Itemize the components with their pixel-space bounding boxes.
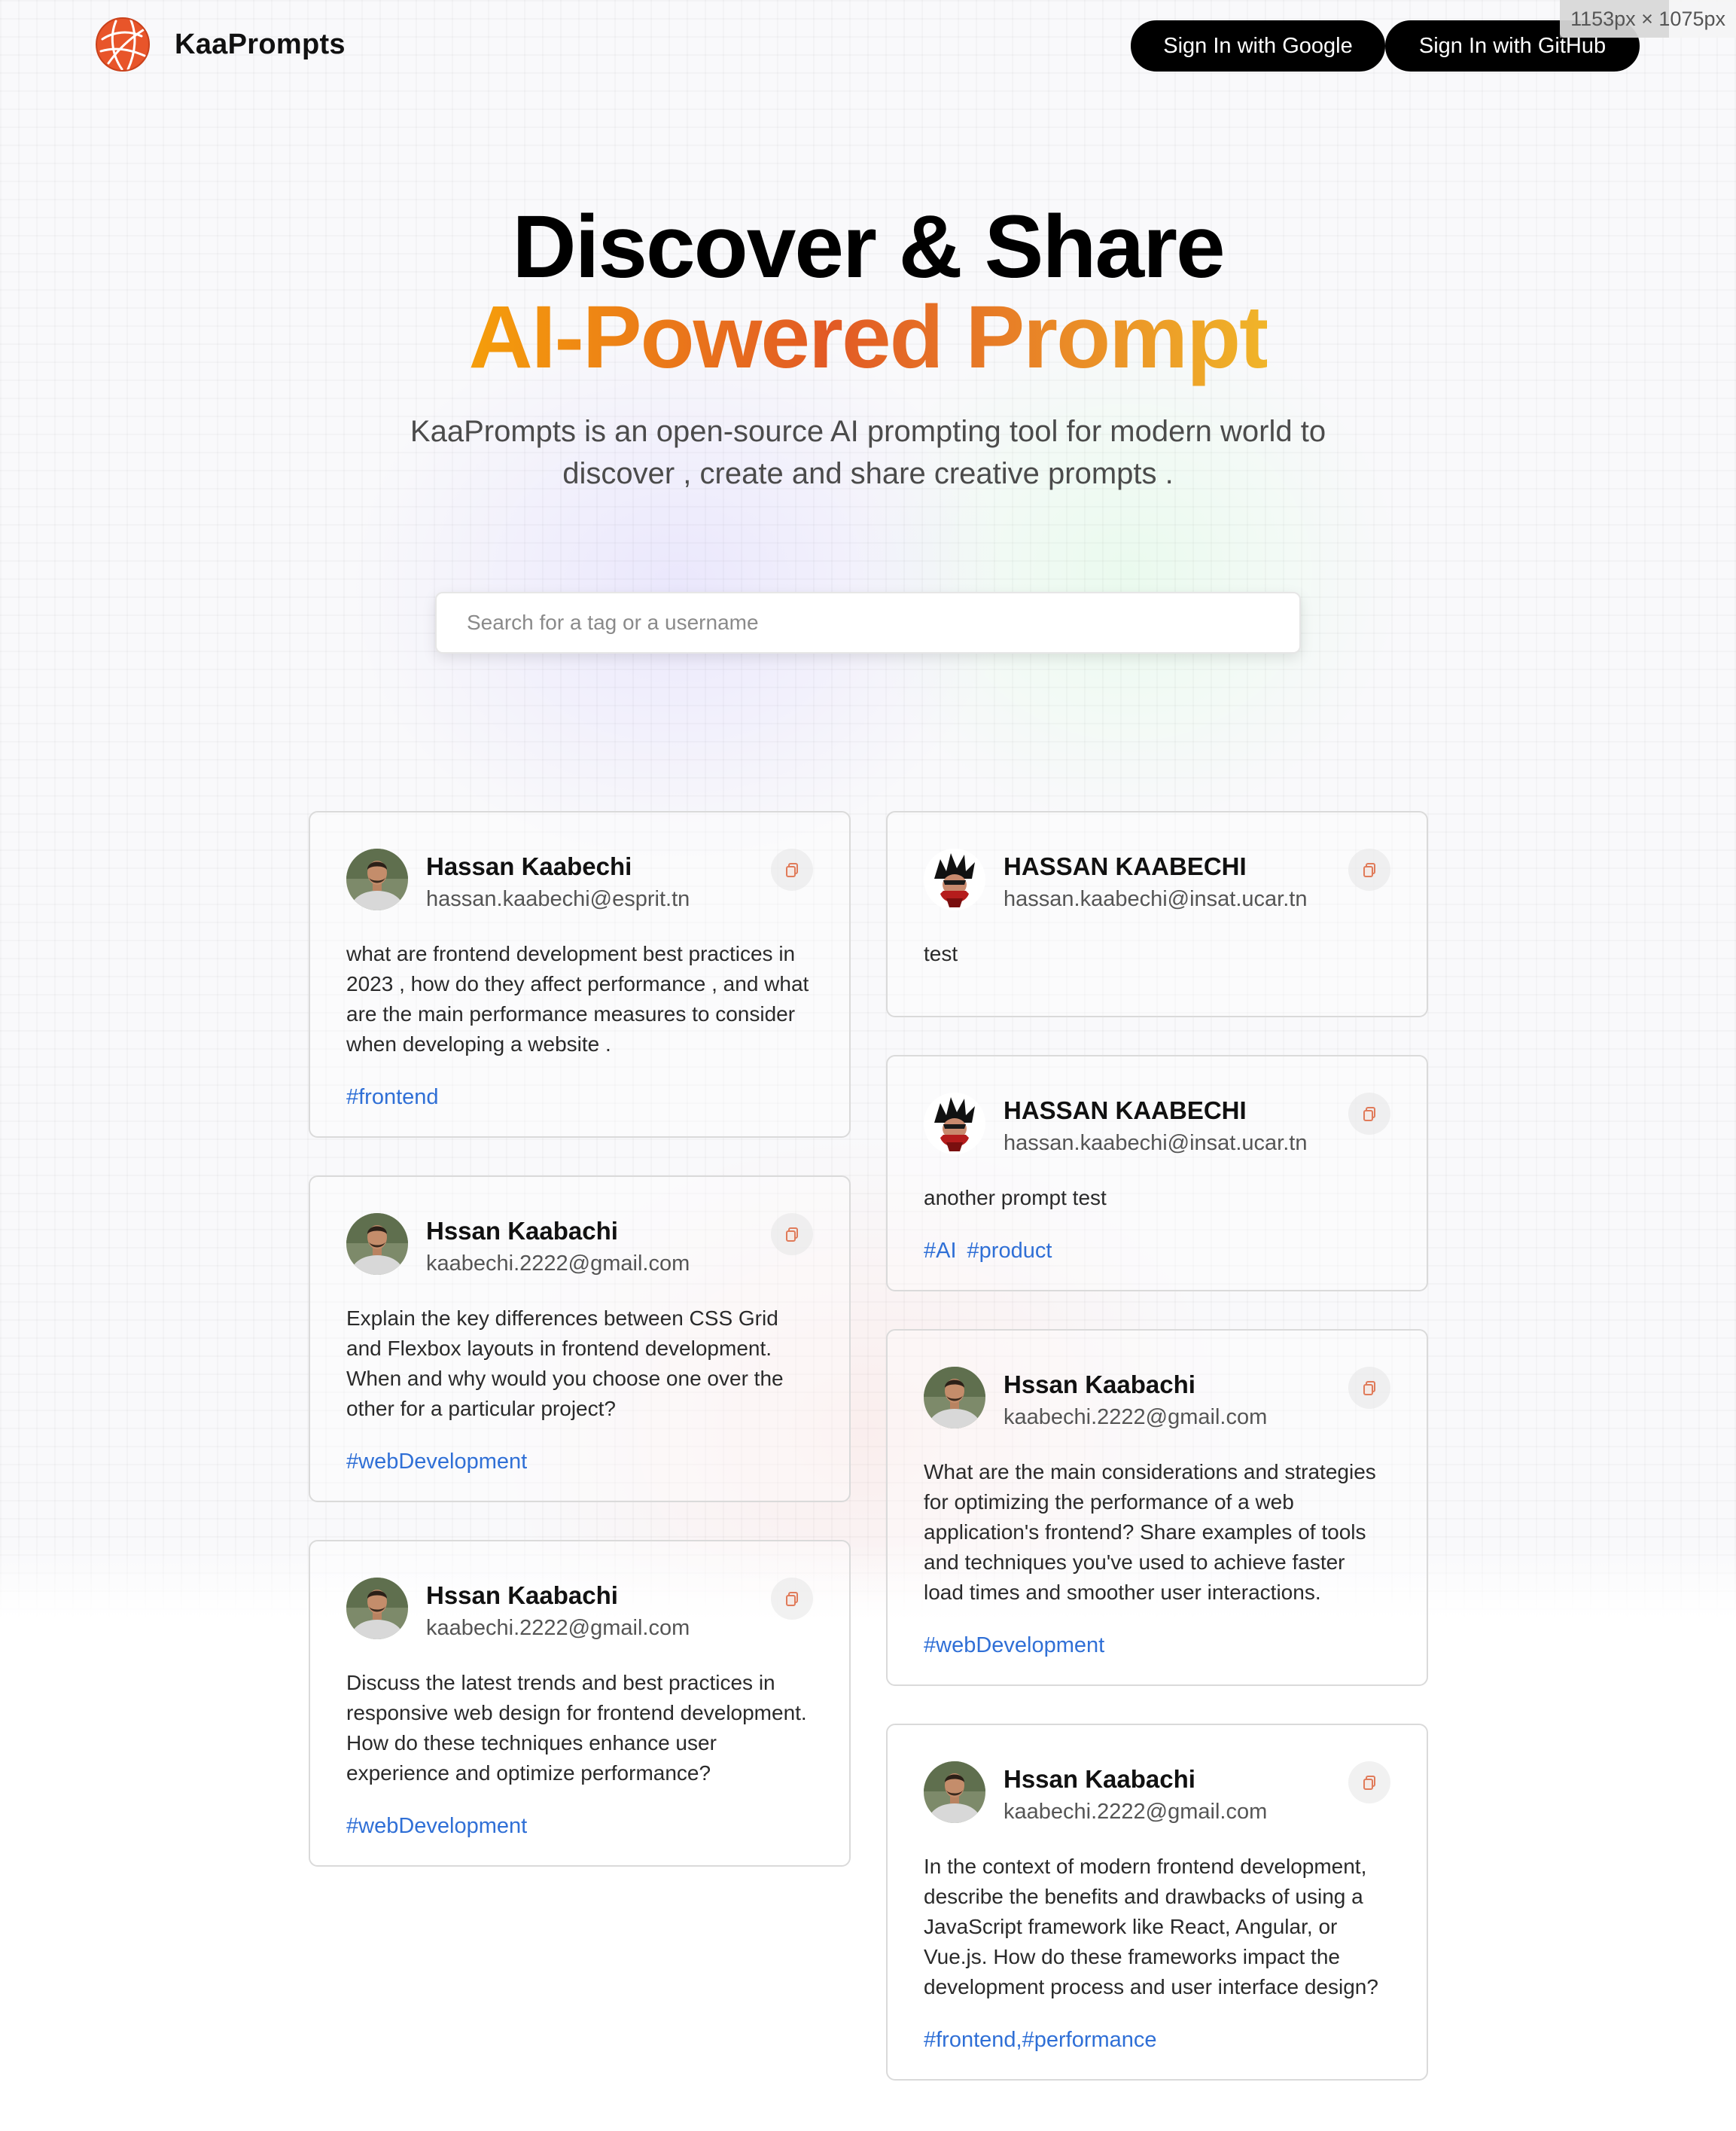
copy-button[interactable]	[1348, 849, 1390, 891]
copy-button[interactable]	[1348, 1093, 1390, 1135]
tag-link[interactable]: #webDevelopment	[924, 1633, 1104, 1657]
prompt-card: Hssan Kaabachi kaabechi.2222@gmail.com D…	[309, 1540, 851, 1867]
prompt-text: what are frontend development best pract…	[346, 942, 809, 1056]
user-email: kaabechi.2222@gmail.com	[1004, 1405, 1268, 1429]
copy-button[interactable]	[771, 1213, 813, 1255]
user-email: kaabechi.2222@gmail.com	[426, 1251, 690, 1276]
user-name[interactable]: Hssan Kaabachi	[426, 1579, 690, 1612]
prompt-card: HASSAN KAABECHI hassan.kaabechi@insat.uc…	[886, 811, 1428, 1017]
prompt-text: In the context of modern frontend develo…	[924, 1855, 1378, 1998]
site-header: KaaPrompts Sign In with Google Sign In w…	[0, 0, 1736, 98]
user-name[interactable]: Hassan Kaabechi	[426, 850, 690, 883]
globe-logo-icon	[96, 17, 150, 72]
copy-icon	[1361, 861, 1378, 878]
user-name[interactable]: Hssan Kaabachi	[426, 1215, 690, 1248]
hero-gradient-text: AI-Powered Prompt	[468, 288, 1269, 387]
tag-link[interactable]: #frontend,#performance	[924, 2028, 1157, 2052]
prompt-text: Explain the key differences between CSS …	[346, 1306, 784, 1420]
avatar[interactable]	[346, 849, 408, 910]
copy-button[interactable]	[1348, 1761, 1390, 1803]
tag-link[interactable]: #product	[967, 1239, 1052, 1263]
search-form	[435, 592, 1301, 654]
copy-icon	[1361, 1774, 1378, 1791]
user-name[interactable]: HASSAN KAABECHI	[1004, 850, 1307, 883]
sign-in-google-button[interactable]: Sign In with Google	[1131, 20, 1385, 72]
tag-link[interactable]: #webDevelopment	[346, 1450, 527, 1474]
user-email: hassan.kaabechi@insat.ucar.tn	[1004, 887, 1308, 911]
background-fade	[0, 1544, 1736, 1619]
tag-link[interactable]: #webDevelopment	[346, 1814, 527, 1838]
tag-link[interactable]: #frontend	[346, 1085, 439, 1109]
copy-icon	[784, 861, 800, 878]
copy-button[interactable]	[771, 849, 813, 891]
user-email: kaabechi.2222@gmail.com	[426, 1616, 690, 1640]
user-name[interactable]: Hssan Kaabachi	[1004, 1368, 1267, 1401]
avatar[interactable]	[924, 1367, 985, 1428]
prompt-card: Hassan Kaabechi hassan.kaabechi@esprit.t…	[309, 811, 851, 1138]
copy-button[interactable]	[771, 1578, 813, 1620]
prompt-card: Hssan Kaabachi kaabechi.2222@gmail.com I…	[886, 1724, 1428, 2081]
prompt-text: Discuss the latest trends and best pract…	[346, 1671, 807, 1785]
copy-icon	[1361, 1105, 1378, 1122]
copy-button[interactable]	[1348, 1367, 1390, 1409]
copy-icon	[784, 1226, 800, 1242]
avatar[interactable]	[346, 1213, 408, 1275]
copy-icon	[784, 1590, 800, 1607]
prompt-text: another prompt test	[924, 1186, 1107, 1209]
copy-icon	[1361, 1380, 1378, 1396]
search-input[interactable]	[437, 593, 1299, 652]
prompt-text: What are the main considerations and str…	[924, 1460, 1376, 1604]
prompt-card: HASSAN KAABECHI hassan.kaabechi@insat.uc…	[886, 1055, 1428, 1291]
user-email: hassan.kaabechi@esprit.tn	[426, 887, 690, 911]
avatar[interactable]	[346, 1578, 408, 1639]
dimension-badge: 1153px × 1075px	[1560, 0, 1736, 38]
user-email: kaabechi.2222@gmail.com	[1004, 1800, 1268, 1824]
brand-name: KaaPrompts	[175, 28, 346, 60]
hero-subtitle: AI-Powered Prompt	[0, 285, 1736, 390]
user-name[interactable]: HASSAN KAABECHI	[1004, 1094, 1307, 1127]
hero-description: KaaPrompts is an open-source AI promptin…	[410, 415, 1326, 490]
brand-link[interactable]: KaaPrompts	[95, 17, 346, 72]
prompt-card: Hssan Kaabachi kaabechi.2222@gmail.com E…	[309, 1175, 851, 1502]
tag-link[interactable]: #AI	[924, 1239, 957, 1263]
avatar[interactable]	[924, 1093, 985, 1154]
hero-title: Discover & Share	[512, 197, 1225, 297]
user-name[interactable]: Hssan Kaabachi	[1004, 1763, 1267, 1796]
avatar[interactable]	[924, 849, 985, 910]
user-email: hassan.kaabechi@insat.ucar.tn	[1004, 1131, 1308, 1155]
avatar[interactable]	[924, 1761, 985, 1823]
prompt-text: test	[924, 942, 958, 965]
prompt-card: Hssan Kaabachi kaabechi.2222@gmail.com W…	[886, 1329, 1428, 1686]
